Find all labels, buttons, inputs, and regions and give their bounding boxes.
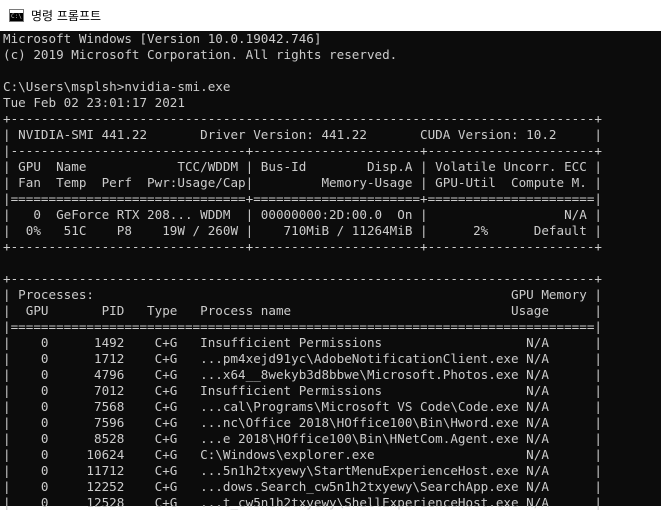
console-line: | GPU Name TCC/WDDM | Bus-Id Disp.A | Vo… (3, 159, 602, 174)
console-line: |===============================+=======… (3, 191, 602, 206)
console-line: | Fan Temp Perf Pwr:Usage/Cap| Memory-Us… (3, 175, 602, 190)
console-line: | 0 7568 C+G ...cal\Programs\Microsoft V… (3, 399, 602, 414)
console-line: | Processes: GPU Memory | (3, 287, 602, 302)
console-line: |-------------------------------+-------… (3, 143, 602, 158)
console-line: | 0 12528 C+G ...t_cw5n1h2txyewy\ShellEx… (3, 495, 602, 510)
console-output-area[interactable]: Microsoft Windows [Version 10.0.19042.74… (0, 31, 661, 510)
console-line: +---------------------------------------… (3, 111, 602, 126)
console-line: Tue Feb 02 23:01:17 2021 (3, 95, 185, 110)
window-title: 명령 프롬프트 (31, 9, 102, 23)
console-line: | 0 7012 C+G Insufficient Permissions N/… (3, 383, 602, 398)
console-line: | 0 11712 C+G ...5n1h2txyewy\StartMenuEx… (3, 463, 602, 478)
console-line: | 0 1492 C+G Insufficient Permissions N/… (3, 335, 602, 350)
title-bar[interactable]: C:\ 명령 프롬프트 (0, 0, 661, 31)
console-line: | 0 4796 C+G ...x64__8wekyb3d8bbwe\Micro… (3, 367, 602, 382)
console-line: | 0 10624 C+G C:\Windows\explorer.exe N/… (3, 447, 602, 462)
console-line: Microsoft Windows [Version 10.0.19042.74… (3, 31, 322, 46)
console-line: | 0 12252 C+G ...dows.Search_cw5n1h2txye… (3, 479, 602, 494)
console-text: Microsoft Windows [Version 10.0.19042.74… (0, 31, 661, 511)
console-line: C:\Users\msplsh>nvidia-smi.exe (3, 79, 231, 94)
console-line: | NVIDIA-SMI 441.22 Driver Version: 441.… (3, 127, 602, 142)
console-line: | 0 1712 C+G ...pm4xejd91yc\AdobeNotific… (3, 351, 602, 366)
console-line: | 0 8528 C+G ...e 2018\HOffice100\Bin\HN… (3, 431, 602, 446)
command-prompt-icon[interactable]: C:\ (9, 9, 24, 22)
console-line: +-------------------------------+-------… (3, 239, 602, 254)
console-line: +---------------------------------------… (3, 271, 602, 286)
console-line: | 0 7596 C+G ...nc\Office 2018\HOffice10… (3, 415, 602, 430)
console-line: | 0% 51C P8 19W / 260W | 710MiB / 11264M… (3, 223, 602, 238)
console-line: (c) 2019 Microsoft Corporation. All righ… (3, 47, 398, 62)
console-line: | GPU PID Type Process name Usage | (3, 303, 602, 318)
console-line: |=======================================… (3, 319, 602, 334)
console-line: | 0 GeForce RTX 208... WDDM | 00000000:2… (3, 207, 602, 222)
